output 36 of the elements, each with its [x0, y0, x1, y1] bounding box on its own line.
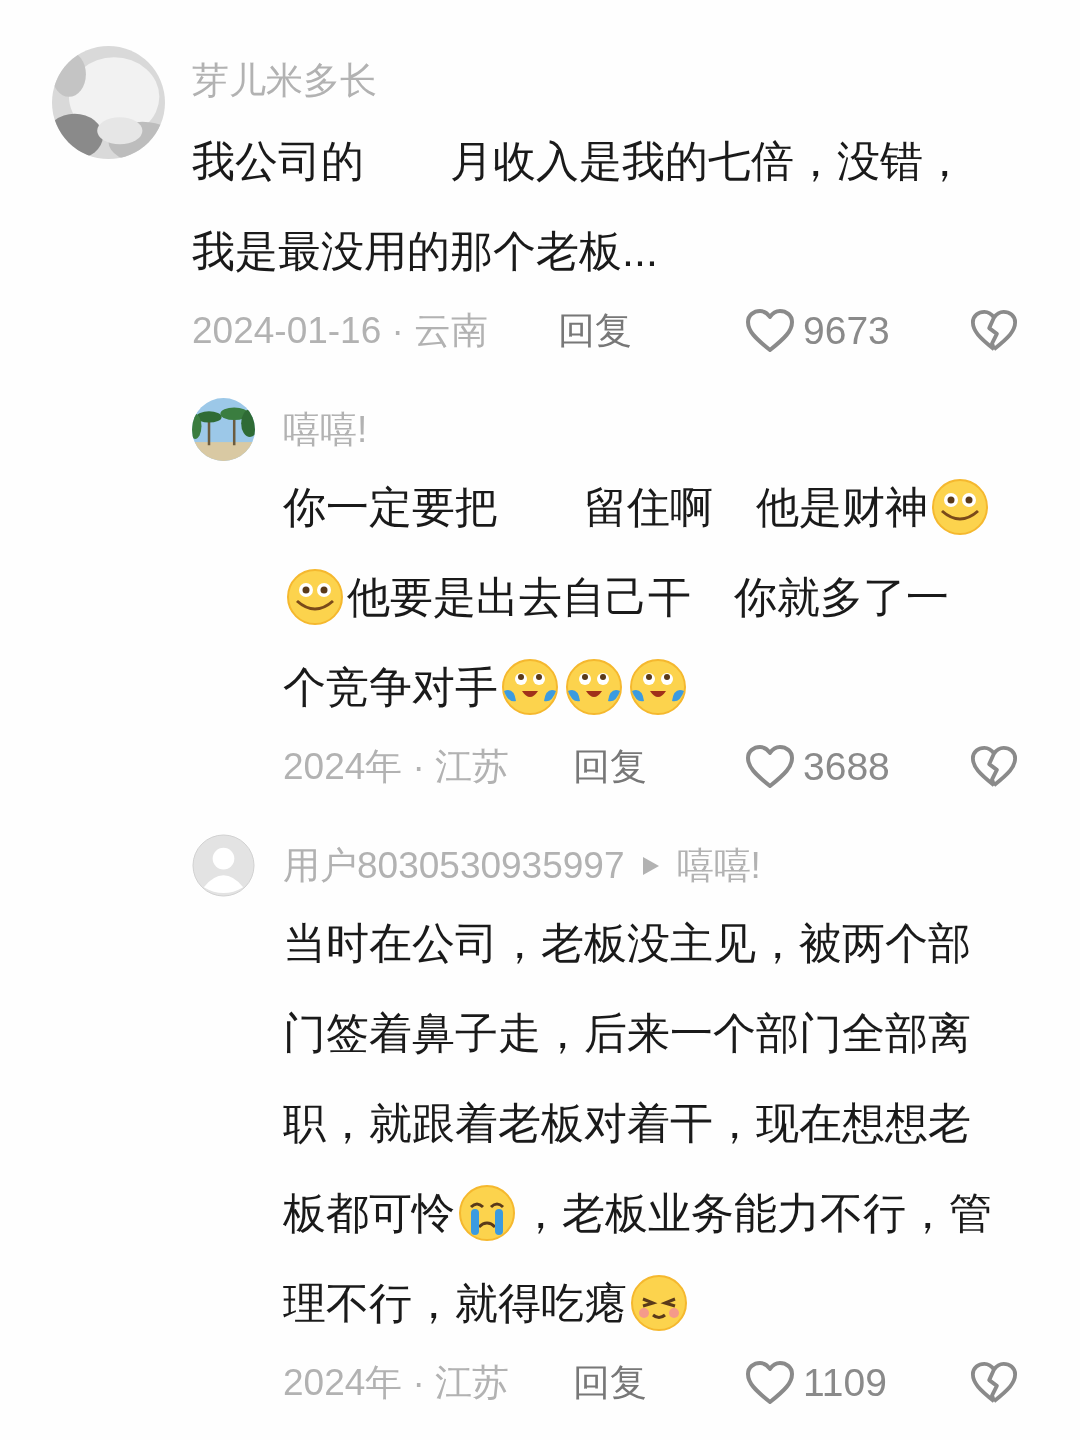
comment-text: 我是最没用的那个老板...	[192, 225, 658, 277]
like-count: 9673	[803, 307, 890, 354]
comment-date: 2024年 · 江苏	[283, 746, 510, 788]
reply-button[interactable]: 回复	[558, 303, 632, 359]
heart-icon[interactable]	[745, 744, 795, 790]
tears-of-joy-face-icon	[628, 657, 688, 717]
comment-text: 当时在公司，老板没主见，被两个部	[283, 917, 971, 969]
play-arrow-icon	[640, 855, 661, 877]
heart-icon[interactable]	[745, 308, 795, 354]
comment-text: 你一定要把 留住啊 他是财神	[283, 481, 928, 533]
blushing-face-icon	[629, 1273, 689, 1333]
comment-date: 2024年 · 江苏	[283, 1362, 510, 1404]
comment-text: 他要是出去自己干 你就多了一	[347, 571, 949, 623]
comment-text: 我公司的 月收入是我的七倍，没错，	[192, 135, 966, 187]
grinning-face-icon	[930, 477, 990, 537]
like-count: 1109	[803, 1359, 887, 1406]
username[interactable]: 嘻嘻!	[676, 838, 761, 894]
tears-of-joy-face-icon	[500, 657, 560, 717]
comment-text: 个竞争对手	[283, 661, 498, 713]
reply-button[interactable]: 回复	[573, 739, 647, 795]
username[interactable]: 用户8030530935997	[283, 838, 625, 894]
username[interactable]: 芽儿米多长	[192, 53, 377, 109]
heart-icon[interactable]	[745, 1360, 795, 1406]
comment-text: 门签着鼻子走，后来一个部门全部离	[283, 1007, 971, 1059]
reply-button[interactable]: 回复	[573, 1355, 647, 1411]
comment-date: 2024-01-16 · 云南	[192, 310, 489, 352]
grinning-face-icon	[285, 567, 345, 627]
crying-face-icon	[457, 1183, 517, 1243]
avatar-icon	[192, 834, 255, 897]
comment-text: ，老板业务能力不行，管	[519, 1187, 992, 1239]
comment-text: 理不行，就得吃瘪	[283, 1277, 627, 1329]
comment-text: 职，就跟着老板对着干，现在想想老	[283, 1097, 971, 1149]
username[interactable]: 嘻嘻!	[283, 402, 368, 458]
comment-text: 板都可怜	[283, 1187, 455, 1239]
like-count: 3688	[803, 743, 890, 790]
tears-of-joy-face-icon	[564, 657, 624, 717]
